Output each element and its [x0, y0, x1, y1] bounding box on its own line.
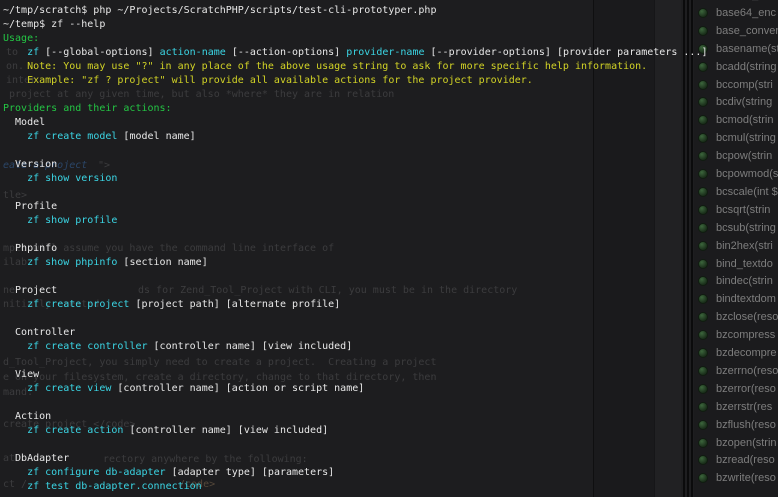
- screen: base64_dec base64_enc base_conver basename(…: [0, 0, 778, 497]
- function-name: bcpowmod(s: [716, 168, 778, 180]
- function-icon: [698, 294, 708, 304]
- divider-line: [691, 0, 693, 497]
- function-name: bcdiv(string: [716, 96, 772, 108]
- function-icon: [698, 402, 708, 412]
- function-name: bcadd(string: [716, 61, 777, 73]
- list-item[interactable]: bcmul(string: [694, 129, 778, 147]
- list-item[interactable]: bzread(reso: [694, 451, 778, 469]
- function-name: base_conver: [716, 25, 778, 37]
- list-item[interactable]: bcpow(strin: [694, 147, 778, 165]
- list-item[interactable]: bindtextdom: [694, 290, 778, 308]
- function-icon: [698, 151, 708, 161]
- function-icon: [698, 366, 708, 376]
- list-item[interactable]: bccomp(stri: [694, 76, 778, 94]
- list-item[interactable]: bzflush(reso: [694, 416, 778, 434]
- function-icon: [698, 312, 708, 322]
- divider-line: [687, 0, 689, 497]
- function-name: bccomp(stri: [716, 79, 773, 91]
- function-name: bcmod(strin: [716, 114, 773, 126]
- list-item[interactable]: bzcompress: [694, 326, 778, 344]
- function-icon: [698, 420, 708, 430]
- list-item[interactable]: bcpowmod(s: [694, 165, 778, 183]
- editor-background: [593, 0, 655, 497]
- function-icon: [698, 348, 708, 358]
- divider-line: [683, 0, 685, 497]
- function-icon: [698, 455, 708, 465]
- function-icon: [698, 97, 708, 107]
- drawer-divider[interactable]: [681, 0, 694, 497]
- list-item[interactable]: base_conver: [694, 22, 778, 40]
- function-icon: [698, 44, 708, 54]
- list-item[interactable]: bzerrstr(res: [694, 398, 778, 416]
- editor-scrollbar-track[interactable]: [654, 0, 682, 497]
- function-name: bzerrstr(res: [716, 401, 772, 413]
- list-item[interactable]: bin2hex(stri: [694, 237, 778, 255]
- function-name: bcscale(int $: [716, 186, 778, 198]
- list-item[interactable]: bzclose(reso: [694, 308, 778, 326]
- function-name: bin2hex(stri: [716, 240, 773, 252]
- function-icon: [698, 330, 708, 340]
- function-name: bcsub(string: [716, 222, 776, 234]
- function-name: bzread(reso: [716, 454, 775, 466]
- list-item[interactable]: bzerrno(reso: [694, 362, 778, 380]
- list-item[interactable]: bzdecompre: [694, 344, 778, 362]
- function-name: bzflush(reso: [716, 419, 776, 431]
- list-item[interactable]: bcadd(string: [694, 58, 778, 76]
- function-icon: [698, 241, 708, 251]
- function-name: bcsqrt(strin: [716, 204, 770, 216]
- list-item[interactable]: bcscale(int $: [694, 183, 778, 201]
- function-name: bindec(strin: [716, 275, 773, 287]
- function-name: bzerror(reso: [716, 383, 776, 395]
- function-name: bcmul(string: [716, 132, 776, 144]
- function-name: bzopen(strin: [716, 437, 777, 449]
- list-item[interactable]: base64_enc: [694, 4, 778, 22]
- function-name: bzerrno(reso: [716, 365, 778, 377]
- function-name: base64_enc: [716, 7, 776, 19]
- function-icon: [698, 115, 708, 125]
- function-icon: [698, 223, 708, 233]
- list-item[interactable]: bcdiv(string: [694, 93, 778, 111]
- function-icon: [698, 26, 708, 36]
- function-name: bzcompress: [716, 329, 775, 341]
- function-icon: [698, 205, 708, 215]
- list-item[interactable]: bcsqrt(strin: [694, 201, 778, 219]
- function-icon: [698, 438, 708, 448]
- list-item[interactable]: bzerror(reso: [694, 380, 778, 398]
- function-list-drawer[interactable]: base64_dec base64_enc base_conver basename(…: [694, 0, 778, 497]
- function-icon: [698, 62, 708, 72]
- list-item[interactable]: bcsub(string: [694, 219, 778, 237]
- function-icon: [698, 384, 708, 394]
- function-icon: [698, 259, 708, 269]
- list-item[interactable]: bindec(strin: [694, 272, 778, 290]
- function-icon: [698, 473, 708, 483]
- list-item[interactable]: bcmod(strin: [694, 111, 778, 129]
- function-icon: [698, 8, 708, 18]
- function-name: bcpow(strin: [716, 150, 772, 162]
- list-item[interactable]: bind_textdo: [694, 255, 778, 273]
- function-name: bind_textdo: [716, 258, 773, 270]
- function-icon: [698, 133, 708, 143]
- function-icon: [698, 169, 708, 179]
- function-icon: [698, 187, 708, 197]
- function-name: base64_dec: [716, 0, 776, 1]
- function-name: bzwrite(reso: [716, 472, 776, 484]
- terminal-window-background: [0, 0, 593, 497]
- list-item[interactable]: basename(st: [694, 40, 778, 58]
- function-name: bzdecompre: [716, 347, 777, 359]
- function-name: bzclose(reso: [716, 311, 778, 323]
- function-icon: [698, 80, 708, 90]
- list-item[interactable]: bzwrite(reso: [694, 469, 778, 487]
- list-item[interactable]: bzopen(strin: [694, 434, 778, 452]
- function-name: basename(st: [716, 43, 778, 55]
- function-name: bindtextdom: [716, 293, 776, 305]
- function-icon: [698, 276, 708, 286]
